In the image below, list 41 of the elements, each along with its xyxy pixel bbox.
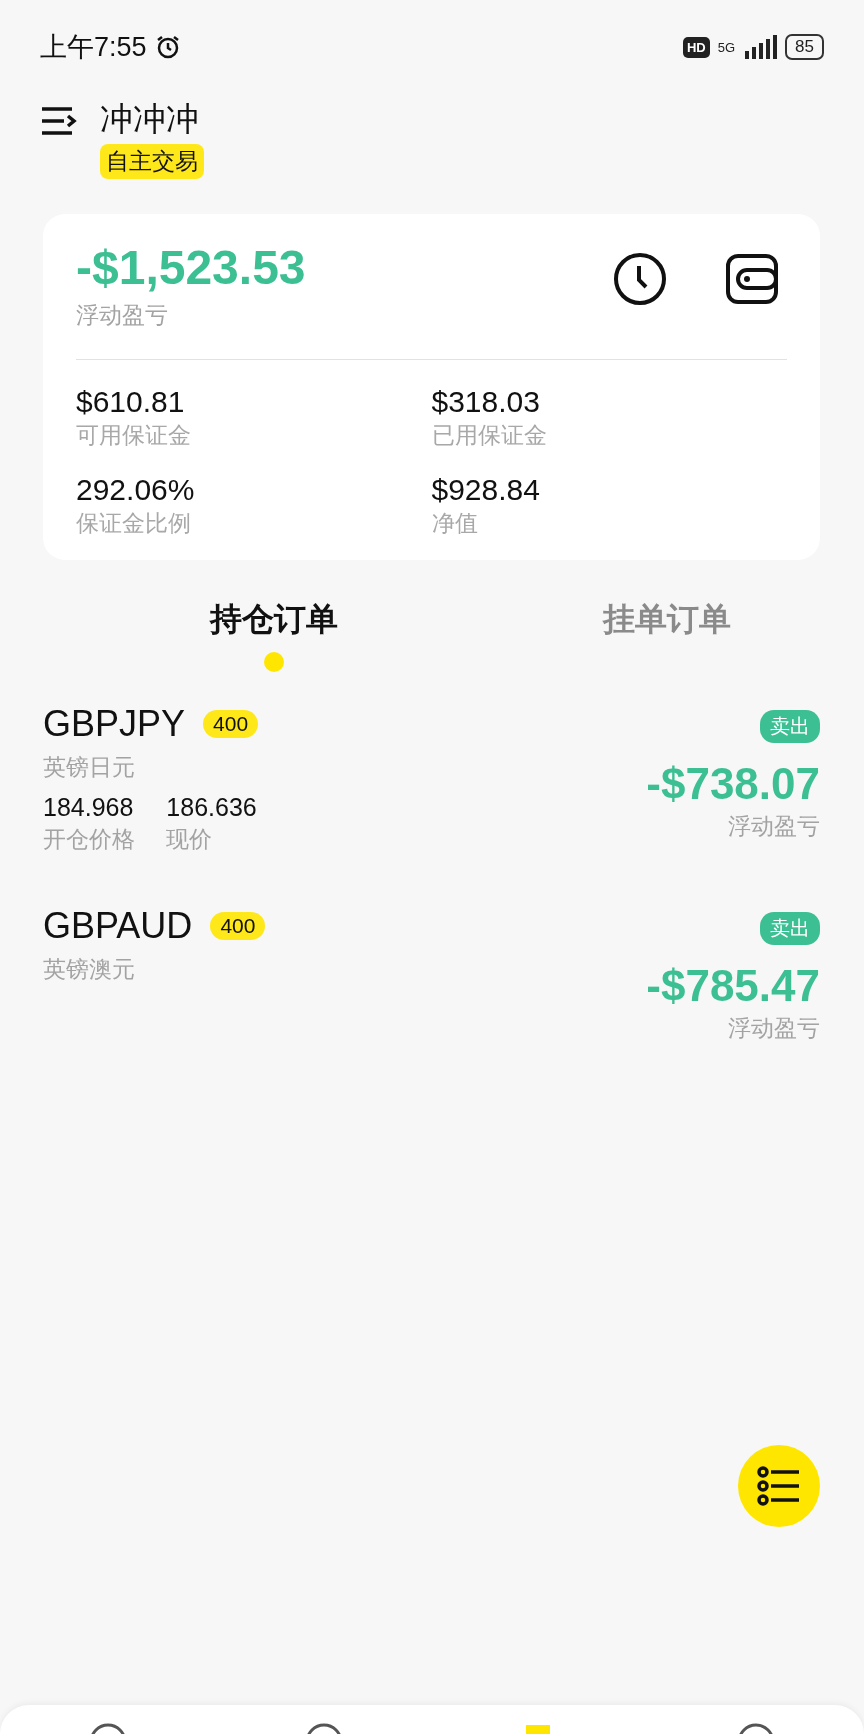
nav-tab-icon[interactable] bbox=[306, 1723, 342, 1734]
pnl-value: -$785.47 bbox=[646, 960, 820, 1012]
account-title: 冲冲冲 bbox=[100, 100, 199, 138]
stat-value: $610.81 bbox=[76, 384, 185, 420]
stat-value: 292.06% bbox=[76, 472, 195, 508]
clock-time: 上午7:55 bbox=[40, 31, 147, 64]
symbol-name: GBPJPY bbox=[43, 702, 186, 746]
stat-label: 已用保证金 bbox=[431, 421, 547, 450]
network-label: 5G bbox=[717, 40, 736, 54]
pnl-label: 浮动盈亏 bbox=[728, 1014, 820, 1043]
stat-value: $928.84 bbox=[431, 472, 540, 508]
stat-label: 可用保证金 bbox=[76, 421, 191, 450]
menu-button[interactable] bbox=[40, 106, 78, 136]
floating-pnl-label: 浮动盈亏 bbox=[76, 301, 169, 330]
symbol-name: GBPAUD bbox=[43, 904, 193, 948]
side-badge: 卖出 bbox=[760, 710, 820, 743]
pnl-label: 浮动盈亏 bbox=[728, 812, 820, 841]
floating-pnl-value: -$1,523.53 bbox=[76, 241, 306, 294]
mode-badge: 自主交易 bbox=[100, 144, 204, 179]
nav-tab-icon[interactable] bbox=[90, 1723, 126, 1734]
symbol-description: 英镑日元 bbox=[43, 753, 136, 782]
pnl-value: -$738.07 bbox=[646, 758, 820, 810]
stat-label: 保证金比例 bbox=[76, 509, 191, 538]
order-tab[interactable]: 持仓订单 bbox=[209, 598, 338, 642]
stat-value: $318.03 bbox=[431, 384, 540, 420]
lot-badge: 400 bbox=[210, 912, 266, 940]
battery-level: 85 bbox=[785, 34, 824, 60]
history-button[interactable] bbox=[613, 252, 667, 306]
signal-icon bbox=[743, 35, 778, 59]
open-price-label: 开仓价格 bbox=[43, 825, 136, 854]
list-icon bbox=[757, 1466, 801, 1506]
stat-label: 净值 bbox=[431, 509, 478, 538]
hd-badge: HD bbox=[682, 36, 710, 58]
lot-badge: 400 bbox=[203, 710, 259, 738]
side-badge: 卖出 bbox=[760, 912, 820, 945]
symbol-description: 英镑澳元 bbox=[43, 955, 136, 984]
nav-tab-icon[interactable] bbox=[738, 1723, 774, 1734]
wallet-button[interactable] bbox=[725, 252, 779, 306]
current-price-label: 现价 bbox=[166, 825, 214, 854]
open-price: 184.968 bbox=[43, 792, 135, 823]
current-price: 186.636 bbox=[166, 792, 258, 823]
